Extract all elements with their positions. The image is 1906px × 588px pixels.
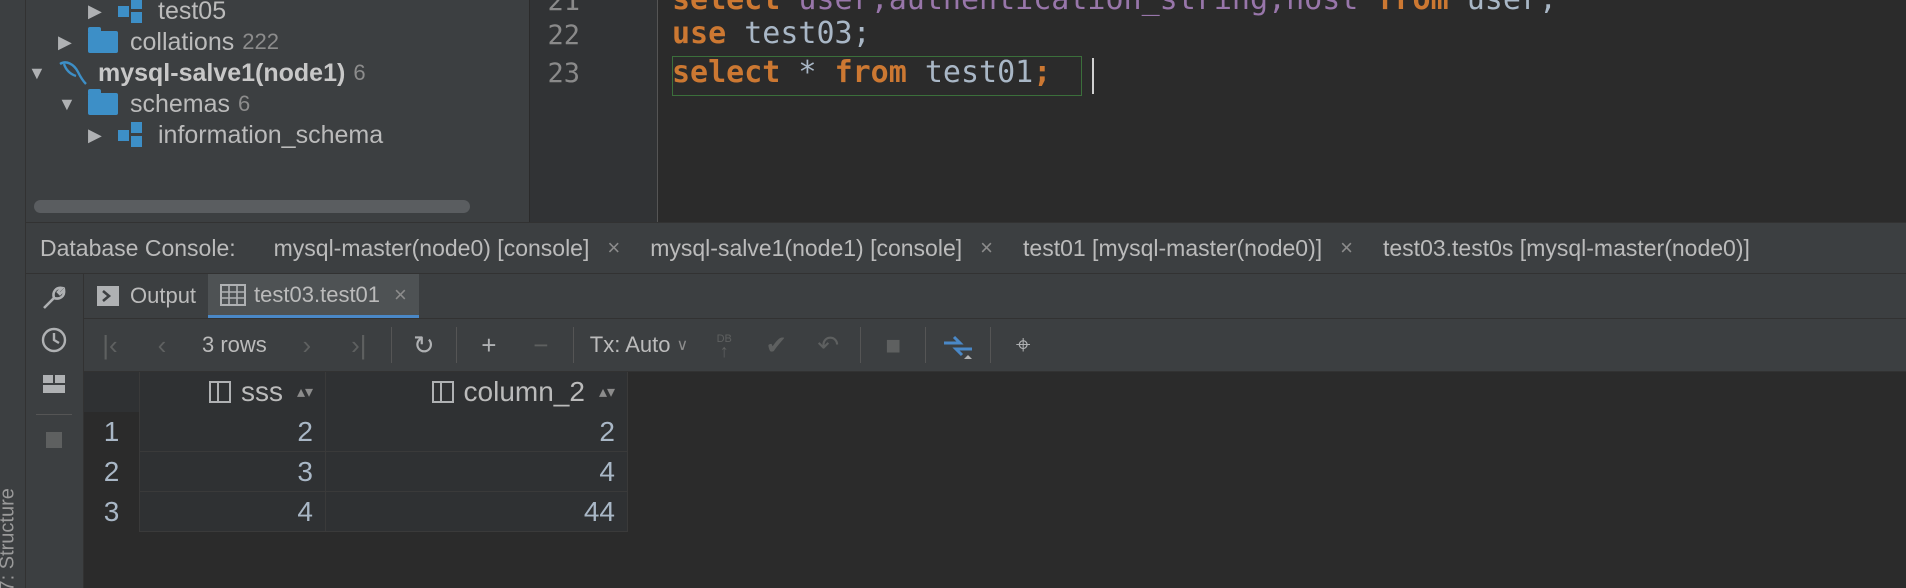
code-line-21: select user,authentication_string,host f… (672, 0, 1557, 17)
schema-icon (118, 122, 146, 148)
toolbar-separator (860, 327, 862, 363)
refresh-icon[interactable]: ↻ (404, 325, 444, 365)
schema-icon (118, 0, 146, 24)
sql-editor[interactable]: 21 22 23 select user,authentication_stri… (530, 0, 1906, 222)
pin-tab-icon[interactable]: ⌖ (1003, 325, 1043, 365)
previous-page-icon[interactable]: ‹ (142, 325, 182, 365)
tab-output[interactable]: Output (84, 274, 208, 318)
close-icon[interactable]: × (607, 235, 620, 261)
expand-arrow-icon[interactable]: ▶ (58, 32, 80, 53)
cell-column-2[interactable]: 44 (326, 492, 628, 532)
layout-icon[interactable] (40, 370, 68, 398)
column-icon (431, 381, 454, 403)
row-number: 2 (84, 452, 140, 492)
left-tool-strip: 7: Structure (0, 0, 26, 588)
database-tree: ▶ test05 ▶ collations 222 ▼ mysql-salve1… (26, 0, 530, 222)
tab-mysql-master-console[interactable]: mysql-master(node0) [console] × (274, 235, 621, 262)
line-number-gutter: 21 22 23 (530, 0, 658, 222)
result-subtabs: Output test03.test01 × (84, 274, 1906, 318)
row-number-header (84, 372, 140, 412)
tree-item-label: information_schema (158, 120, 384, 149)
table-icon (220, 283, 247, 306)
line-number: 23 (547, 58, 580, 89)
compare-arrows-icon[interactable] (938, 325, 978, 365)
last-page-icon[interactable]: ›| (339, 325, 379, 365)
row-count: 3 rows (202, 332, 267, 357)
table-row[interactable]: 3 4 44 (84, 492, 628, 532)
close-icon[interactable]: × (980, 235, 993, 261)
toolbar-separator (36, 414, 72, 415)
next-page-icon[interactable]: › (287, 325, 327, 365)
toolbar-separator (990, 327, 992, 363)
wrench-icon[interactable] (40, 284, 68, 312)
collapse-arrow-icon[interactable]: ▼ (28, 63, 50, 84)
column-header-column-2[interactable]: column_2 ▴▾ (326, 372, 628, 412)
toolbar-separator (925, 327, 927, 363)
commit-check-icon[interactable]: ✔ (756, 325, 796, 365)
tree-item-information-schema[interactable]: ▶ information_schema (88, 116, 383, 154)
grid-toolbar: |‹ ‹ 3 rows › ›| ↻ + − Tx: Auto ∨ DB ↑ ✔ … (84, 318, 1906, 372)
tree-item-label: test05 (158, 0, 227, 25)
tree-item-label: schemas (130, 89, 231, 118)
tree-item-label: collations (130, 27, 235, 56)
item-count: 6 (238, 91, 251, 116)
chevron-down-icon: ∨ (676, 337, 689, 354)
cell-column-2[interactable]: 2 (326, 412, 628, 452)
close-icon[interactable]: × (394, 282, 407, 308)
item-count: 222 (242, 29, 279, 54)
structure-tool-tab[interactable]: 7: Structure (0, 472, 20, 588)
folder-icon (88, 27, 118, 53)
delete-row-icon[interactable]: − (521, 325, 561, 365)
horizontal-scrollbar[interactable] (34, 200, 470, 213)
ide-window: 7: Structure ▶ test05 ▶ collations 222 ▼… (0, 0, 1906, 588)
cell-sss[interactable]: 2 (140, 412, 326, 452)
console-output-icon (97, 286, 119, 306)
tab-test03-test0s[interactable]: test03.test0s [mysql-master(node0)] (1383, 235, 1750, 262)
results-grid: sss ▴▾ column_2 ▴▾ 1 2 2 2 3 4 3 4 44 (84, 372, 1906, 588)
folder-icon (88, 89, 118, 115)
console-tabs-title: Database Console: (40, 234, 236, 261)
table-row[interactable]: 2 3 4 (84, 452, 628, 492)
table-row[interactable]: 1 2 2 (84, 412, 628, 452)
close-icon[interactable]: × (1340, 235, 1353, 261)
code-line-23: select * from test01; (672, 55, 1052, 90)
cell-sss[interactable]: 3 (140, 452, 326, 492)
sort-icon[interactable]: ▴▾ (599, 382, 615, 402)
toolbar-separator (455, 327, 457, 363)
rollback-icon[interactable]: ↶ (808, 325, 848, 365)
column-icon (208, 381, 231, 403)
mysql-dolphin-icon (59, 61, 87, 85)
tree-item-label: mysql-salve1(node1) (98, 58, 346, 87)
stop-icon[interactable]: ■ (873, 325, 913, 365)
cell-sss[interactable]: 4 (140, 492, 326, 532)
submit-db-icon[interactable]: DB ↑ (704, 325, 744, 365)
line-number: 21 (547, 0, 580, 17)
expand-arrow-icon[interactable]: ▶ (88, 125, 110, 146)
line-number: 22 (547, 20, 580, 51)
collapse-arrow-icon[interactable]: ▼ (58, 94, 80, 115)
expand-arrow-icon[interactable]: ▶ (88, 1, 110, 22)
database-console-tabs: Database Console: mysql-master(node0) [c… (26, 222, 1906, 274)
transaction-mode-dropdown[interactable]: Tx: Auto ∨ (590, 332, 688, 358)
grid-header-row: sss ▴▾ column_2 ▴▾ (84, 372, 628, 412)
toolbar-separator (390, 327, 392, 363)
column-header-sss[interactable]: sss ▴▾ (140, 372, 326, 412)
tab-test01[interactable]: test01 [mysql-master(node0)] × (1023, 235, 1353, 262)
tab-mysql-salve1-console[interactable]: mysql-salve1(node1) [console] × (650, 235, 993, 262)
text-caret (1092, 58, 1094, 94)
cell-column-2[interactable]: 4 (326, 452, 628, 492)
console-side-toolbar (26, 274, 84, 588)
first-page-icon[interactable]: |‹ (90, 325, 130, 365)
row-number: 1 (84, 412, 140, 452)
tab-test03-test01[interactable]: test03.test01 × (208, 274, 419, 318)
toolbar-separator (572, 327, 574, 363)
code-line-22: use test03; (672, 16, 871, 51)
sort-icon[interactable]: ▴▾ (297, 382, 313, 402)
history-clock-icon[interactable] (40, 326, 68, 354)
add-row-icon[interactable]: + (469, 325, 509, 365)
row-number: 3 (84, 492, 140, 532)
item-count: 6 (353, 60, 366, 85)
stop-icon[interactable] (40, 426, 68, 454)
